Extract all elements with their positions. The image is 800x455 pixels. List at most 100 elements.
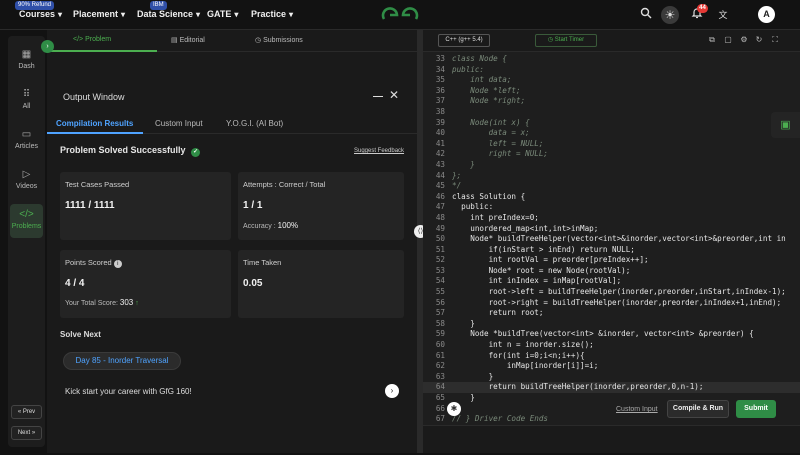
line-number: 47 xyxy=(435,202,445,212)
line-number: 64 xyxy=(435,382,445,392)
language-select[interactable]: C++ (g++ 5.4) xyxy=(438,34,490,47)
problem-panel: </> Problem ▤ Editorial ◷ Submissions › … xyxy=(41,30,417,453)
sidebar-item-label: Articles xyxy=(15,143,38,150)
submit-button[interactable]: Submit xyxy=(736,400,776,418)
line-number: 57 xyxy=(435,308,445,318)
nav-courses[interactable]: Courses ▾ xyxy=(19,9,62,19)
close-icon[interactable]: ✕ xyxy=(389,88,399,102)
nav-data-science[interactable]: Data Science ▾ xyxy=(137,9,200,19)
code-text: Node *left; xyxy=(452,85,521,95)
chat-icon[interactable]: ▣ xyxy=(771,112,800,138)
lightbulb-icon[interactable]: ✱ xyxy=(447,402,461,416)
info-icon[interactable]: i xyxy=(113,260,122,268)
next-button[interactable]: Next » xyxy=(11,426,42,440)
code-line: 35 int data; xyxy=(423,75,800,86)
reset-icon[interactable]: ↻ xyxy=(754,35,764,45)
code-editor-panel: C++ (g++ 5.4) ◷ Start Timer ⧉ ▢ ⚙ ↻ ⛶ 33… xyxy=(423,30,800,453)
nav-placement[interactable]: Placement ▾ xyxy=(73,9,125,19)
tab-editorial[interactable]: ▤ Editorial xyxy=(171,36,205,44)
theme-toggle-icon[interactable]: ☀ xyxy=(661,6,679,24)
code-text: public: xyxy=(452,202,494,212)
tab-submissions-label: Submissions xyxy=(263,37,303,44)
code-line: 58 } xyxy=(423,319,800,330)
tab-problem[interactable]: </> Problem xyxy=(73,36,111,43)
chevron-down-icon: ▾ xyxy=(289,10,294,19)
attempts-label: Attempts : Correct / Total xyxy=(243,180,326,189)
code-line: 44}; xyxy=(423,171,800,182)
code-text: Node* root = new Node(rootVal); xyxy=(452,265,631,275)
tab-custom-input[interactable]: Custom Input xyxy=(155,119,203,128)
dashboard-icon: ▦ xyxy=(21,49,32,60)
line-number: 67 xyxy=(435,414,445,424)
sidebar-item-all[interactable]: ⠿ All xyxy=(10,84,43,118)
next-problem-link[interactable]: Day 85 - Inorder Traversal xyxy=(63,352,181,370)
chevron-right-icon[interactable]: › xyxy=(385,384,399,398)
clock-icon: ◷ xyxy=(547,37,555,43)
translate-icon[interactable]: 文 xyxy=(714,7,732,23)
compile-run-button[interactable]: Compile & Run xyxy=(667,400,729,418)
total-score-row: Your Total Score: 303 ↑ xyxy=(65,298,139,307)
line-number: 37 xyxy=(435,96,445,106)
settings-icon[interactable]: ⚙ xyxy=(739,35,749,45)
code-text: root->left = buildTreeHelper(inorder,pre… xyxy=(452,287,786,297)
code-area[interactable]: 33 class Node {34 public: 35 int data; 36 No… xyxy=(423,54,800,455)
line-number: 40 xyxy=(435,128,445,138)
active-tab-indicator xyxy=(47,50,157,52)
code-text: } xyxy=(452,159,475,169)
code-text: } xyxy=(452,393,475,402)
time-value: 0.05 xyxy=(243,278,263,289)
sidebar-item-videos[interactable]: ▷ Videos xyxy=(10,164,43,198)
line-number: 61 xyxy=(435,350,445,360)
chevron-right-icon[interactable]: › xyxy=(41,40,54,53)
search-icon[interactable] xyxy=(637,7,655,23)
code-line: 60 int n = inorder.size(); xyxy=(423,340,800,351)
tab-editorial-label: Editorial xyxy=(179,37,205,44)
suggest-feedback-link[interactable]: Suggest Feedback xyxy=(354,148,404,154)
tab-yogi-ai-bot[interactable]: Y.O.G.I. (AI Bot) xyxy=(226,119,283,128)
output-window-title: Output Window xyxy=(63,92,125,102)
code-text: Node *right; xyxy=(452,96,526,106)
fullscreen-icon[interactable]: ⛶ xyxy=(770,35,780,45)
code-text: data = x; xyxy=(452,128,530,138)
code-line: 56 root->right = buildTreeHelper(inorder… xyxy=(423,298,800,309)
code-text: right = NULL; xyxy=(452,149,549,159)
promo-text: Kick start your career with GfG 160! xyxy=(65,387,192,396)
timer-label: Start Timer xyxy=(554,37,585,43)
sidebar-item-articles[interactable]: ▭ Articles xyxy=(10,124,43,158)
sidebar-item-dash[interactable]: ▦ Dash xyxy=(10,44,43,78)
code-text: return root; xyxy=(452,308,544,318)
code-text: } xyxy=(452,371,494,381)
line-number: 53 xyxy=(435,265,445,275)
custom-input-link[interactable]: Custom Input xyxy=(616,406,658,413)
file-icon[interactable]: ▢ xyxy=(723,35,733,45)
code-text: inMap[inorder[i]]=i; xyxy=(452,361,599,371)
total-score-value: 303 xyxy=(119,298,134,307)
editorial-icon: ▤ xyxy=(171,37,180,44)
nav-practice[interactable]: Practice ▾ xyxy=(251,9,293,19)
nav-gate[interactable]: GATE ▾ xyxy=(207,9,238,19)
code-text: Node* buildTreeHelper(vector<int>&inorde… xyxy=(452,234,786,244)
start-timer-button[interactable]: ◷ Start Timer xyxy=(535,34,597,47)
line-number: 52 xyxy=(435,255,445,265)
left-sidebar: ▦ Dash ⠿ All ▭ Articles ▷ Videos </> Problems… xyxy=(8,36,45,447)
line-number: 49 xyxy=(435,223,445,233)
prev-button[interactable]: « Prev xyxy=(11,405,42,419)
line-number: 35 xyxy=(435,75,445,85)
tab-submissions[interactable]: ◷ Submissions xyxy=(255,36,303,44)
tab-compilation-results[interactable]: Compilation Results xyxy=(56,119,133,128)
avatar[interactable]: A xyxy=(758,6,775,23)
sidebar-item-problems[interactable]: </> Problems xyxy=(10,204,43,238)
line-number: 38 xyxy=(435,106,445,116)
sidebar-item-label: Dash xyxy=(18,63,35,70)
time-card: Time Taken 0.05 xyxy=(238,250,404,318)
line-number: 42 xyxy=(435,149,445,159)
line-number: 48 xyxy=(435,212,445,222)
code-line: 45 */ xyxy=(423,181,800,192)
minimize-icon[interactable] xyxy=(373,96,383,97)
code-icon: </> xyxy=(19,209,34,220)
points-card: Points Scored i 4 / 4 Your Total Score: … xyxy=(60,250,231,318)
copy-icon[interactable]: ⧉ xyxy=(707,35,717,45)
test-cases-label: Test Cases Passed xyxy=(65,180,130,189)
gfg-logo[interactable] xyxy=(380,4,420,26)
chevron-down-icon: ▾ xyxy=(121,10,126,19)
